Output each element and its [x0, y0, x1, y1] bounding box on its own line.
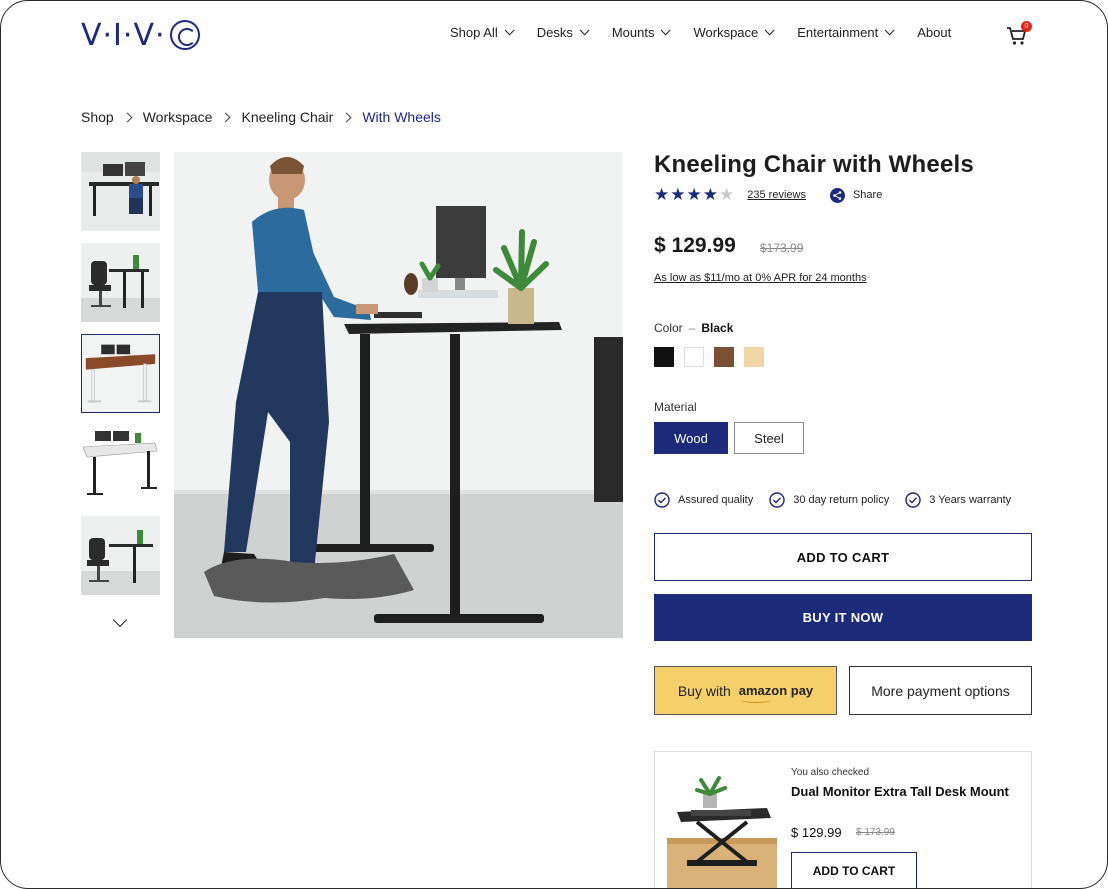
thumbnail-image — [82, 335, 158, 411]
thumbnail-4[interactable] — [81, 425, 160, 504]
star-icon: ★ — [670, 185, 686, 204]
nav-label: Mounts — [611, 25, 655, 40]
nav-label: Desks — [536, 25, 573, 40]
product-title: Kneeling Chair with Wheels — [654, 151, 974, 178]
recommendation-card: You also checked Dual Monitor Extra Tall… — [654, 751, 1032, 888]
more-payment-options-button[interactable]: More payment options — [849, 666, 1032, 715]
star-icon: ★ — [654, 185, 670, 204]
thumbnail-2[interactable] — [81, 243, 160, 322]
chevron-down-icon — [661, 25, 672, 36]
breadcrumb: Shop Workspace Kneeling Chair With Wheel… — [81, 109, 441, 125]
thumbnail-image — [81, 243, 160, 322]
thumbnail-image — [81, 516, 160, 595]
feature-return: 30 day return policy — [769, 492, 889, 508]
chevron-down-icon — [764, 25, 775, 36]
chevron-down-icon[interactable] — [112, 612, 128, 628]
nav-mounts[interactable]: Mounts — [611, 25, 672, 40]
check-circle-icon — [769, 492, 785, 508]
chevron-right-icon — [341, 112, 352, 122]
breadcrumb-kneeling-chair[interactable]: Kneeling Chair — [241, 109, 333, 125]
separator-dash: – — [688, 321, 696, 335]
feature-label: 30 day return policy — [793, 494, 890, 506]
material-wood-button[interactable]: Wood — [654, 422, 728, 454]
amazon-pay-button[interactable]: Buy with amazon pay — [654, 666, 837, 715]
color-swatch-natural[interactable] — [744, 347, 764, 367]
color-swatches — [654, 347, 774, 367]
nav-shop-all[interactable]: Shop All — [450, 25, 515, 40]
share-button[interactable]: Share — [829, 187, 883, 203]
star-empty-icon: ★ — [719, 185, 735, 204]
vivo-logo[interactable]: V·I·V· — [81, 17, 200, 53]
cart-button[interactable]: 0 — [1006, 21, 1032, 47]
nav-workspace[interactable]: Workspace — [693, 25, 775, 40]
amazon-pay-logo: amazon pay — [738, 683, 814, 703]
check-circle-icon — [905, 492, 921, 508]
feature-list: Assured quality 30 day return policy 3 Y… — [654, 492, 1011, 508]
feature-warranty: 3 Years warranty — [905, 492, 1011, 508]
color-swatch-black[interactable] — [654, 347, 674, 367]
chevron-right-icon — [221, 112, 231, 122]
product-price: $ 129.99 — [654, 234, 736, 257]
nav-label: Entertainment — [797, 25, 879, 40]
thumbnail-image — [81, 152, 160, 231]
feature-quality: Assured quality — [654, 492, 753, 508]
recommendation-label: You also checked — [791, 767, 870, 778]
reviews-link[interactable]: 235 reviews — [747, 189, 806, 201]
add-to-cart-button[interactable]: ADD TO CART — [654, 533, 1032, 581]
recommendation-title[interactable]: Dual Monitor Extra Tall Desk Mount — [791, 782, 1011, 801]
feature-label: 3 Years warranty — [929, 494, 1012, 506]
color-swatch-white[interactable] — [684, 347, 704, 367]
recommendation-image[interactable] — [667, 772, 777, 888]
star-icon: ★ — [702, 185, 718, 204]
nav-label: Workspace — [693, 25, 759, 40]
rating-row: ★ ★ ★ ★ ★ 235 reviews Share — [654, 185, 882, 205]
product-old-price: $173.99 — [760, 241, 804, 255]
amazon-pay-prefix: Buy with — [677, 682, 731, 699]
recommendation-photo — [667, 772, 777, 888]
color-selected-value: Black — [701, 321, 734, 335]
logo-mark-icon — [169, 20, 200, 50]
thumbnail-1[interactable] — [81, 152, 160, 231]
thumbnail-5[interactable] — [81, 516, 160, 595]
chevron-right-icon — [122, 112, 133, 122]
logo-text: V·I·V· — [81, 17, 166, 53]
page-frame: V·I·V· Shop All Desks Mounts Workspace E… — [0, 0, 1108, 889]
thumbnail-list — [81, 152, 161, 607]
main-product-image[interactable] — [174, 152, 623, 638]
buy-now-button[interactable]: BUY IT NOW — [654, 594, 1032, 641]
main-nav: Shop All Desks Mounts Workspace Entertai… — [450, 25, 951, 40]
nav-entertainment[interactable]: Entertainment — [797, 25, 895, 40]
color-swatch-walnut[interactable] — [714, 347, 734, 367]
thumbnail-3-selected[interactable] — [81, 334, 160, 413]
star-rating: ★ ★ ★ ★ ★ — [654, 185, 735, 205]
check-circle-icon — [654, 492, 670, 508]
product-photo — [174, 152, 623, 638]
nav-desks[interactable]: Desks — [536, 25, 590, 40]
nav-label: About — [917, 25, 952, 40]
material-label: Material — [654, 400, 697, 414]
cart-count-badge: 0 — [1021, 21, 1032, 32]
thumbnail-image — [81, 425, 160, 504]
share-icon — [829, 187, 845, 203]
color-label-text: Color — [654, 321, 683, 335]
chevron-down-icon — [884, 25, 895, 36]
nav-label: Shop All — [450, 25, 498, 40]
recommendation-old-price: $ 173.99 — [856, 827, 895, 838]
feature-label: Assured quality — [678, 494, 754, 506]
financing-link[interactable]: As low as $11/mo at 0% APR for 24 months — [654, 272, 867, 284]
material-steel-button[interactable]: Steel — [734, 422, 804, 454]
nav-about[interactable]: About — [917, 25, 951, 40]
breadcrumb-shop[interactable]: Shop — [81, 109, 114, 125]
chevron-down-icon — [579, 25, 590, 36]
color-label: Color – Black — [654, 321, 733, 335]
recommendation-price: $ 129.99 — [791, 825, 842, 840]
star-icon: ★ — [686, 185, 702, 204]
share-label: Share — [852, 189, 883, 201]
breadcrumb-workspace[interactable]: Workspace — [143, 109, 213, 125]
recommendation-add-to-cart-button[interactable]: ADD TO CART — [791, 852, 917, 888]
chevron-down-icon — [504, 25, 515, 36]
breadcrumb-current: With Wheels — [362, 109, 441, 125]
